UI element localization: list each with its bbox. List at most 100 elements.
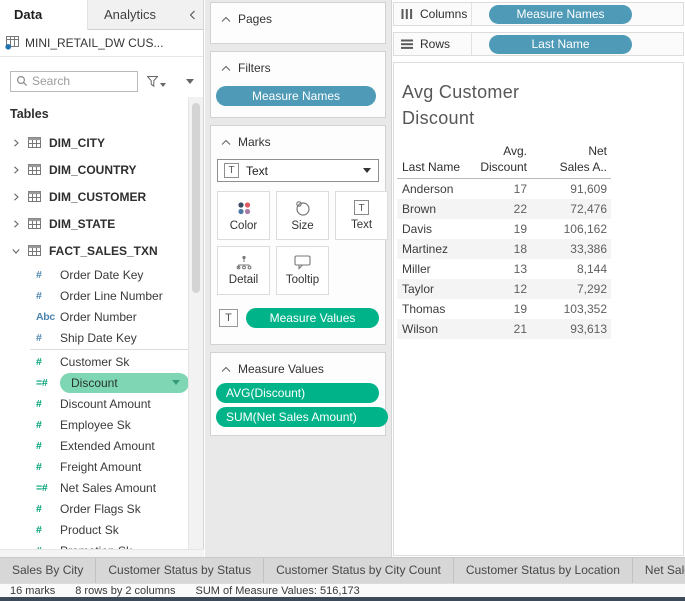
net-sales-value[interactable]: 33,386: [527, 242, 607, 256]
field-row[interactable]: # Employee Sk: [0, 414, 203, 435]
net-sales-value[interactable]: 7,292: [527, 282, 607, 296]
pill-avg-discount[interactable]: AVG(Discount): [216, 383, 379, 403]
chevron-up-icon[interactable]: [221, 366, 231, 373]
net-sales-value[interactable]: 8,144: [527, 262, 607, 276]
field-row[interactable]: # Product Sk: [0, 519, 203, 540]
abc-field-icon: Abc: [36, 311, 60, 323]
avg-discount-value[interactable]: 17: [477, 182, 527, 196]
table-row[interactable]: Thomas 19 103,352: [397, 299, 611, 319]
row-label[interactable]: Martinez: [397, 242, 477, 256]
size-button[interactable]: Size: [276, 191, 329, 240]
pill-measure-names-columns[interactable]: Measure Names: [489, 5, 632, 24]
table-row-dim-customer[interactable]: DIM_CUSTOMER: [0, 183, 203, 210]
scrollbar-thumb[interactable]: [192, 103, 200, 293]
sheet-tab[interactable]: Customer Status by City Count: [264, 558, 454, 583]
row-label[interactable]: Miller: [397, 262, 477, 276]
avg-discount-value[interactable]: 19: [477, 222, 527, 236]
collapse-pane-button[interactable]: [181, 10, 203, 20]
table-row[interactable]: Anderson 17 91,609: [397, 179, 611, 199]
search-input[interactable]: [32, 74, 118, 88]
field-row[interactable]: # Order Flags Sk: [0, 498, 203, 519]
table-row[interactable]: Miller 13 8,144: [397, 259, 611, 279]
sheet-tab[interactable]: Customer Status by Status: [96, 558, 264, 583]
filter-pill-measure-names[interactable]: Measure Names: [216, 86, 376, 106]
chevron-up-icon[interactable]: [221, 139, 231, 146]
net-sales-value[interactable]: 91,609: [527, 182, 607, 196]
datasource-row[interactable]: MINI_RETAIL_DW CUS...: [0, 30, 203, 57]
field-row[interactable]: # Order Line Number: [0, 285, 203, 306]
field-row[interactable]: =# Net Sales Amount: [0, 477, 203, 498]
column-header-avg-discount[interactable]: Avg.Discount: [477, 143, 527, 175]
color-button[interactable]: Color: [217, 191, 270, 240]
table-row[interactable]: Taylor 12 7,292: [397, 279, 611, 299]
sheet-tab[interactable]: Net Sales: [633, 558, 685, 583]
table-row-dim-city[interactable]: DIM_CITY: [0, 129, 203, 156]
avg-discount-value[interactable]: 21: [477, 322, 527, 336]
net-sales-value[interactable]: 72,476: [527, 202, 607, 216]
mark-type-dropdown[interactable]: T Text: [217, 159, 379, 182]
table-row-dim-country[interactable]: DIM_COUNTRY: [0, 156, 203, 183]
avg-discount-value[interactable]: 19: [477, 302, 527, 316]
table-row[interactable]: Davis 19 106,162: [397, 219, 611, 239]
field-row[interactable]: # Customer Sk: [0, 351, 203, 372]
row-label[interactable]: Anderson: [397, 182, 477, 196]
field-row[interactable]: Abc Order Number: [0, 306, 203, 327]
field-row[interactable]: # Ship Date Key: [0, 327, 203, 348]
search-icon: [16, 75, 28, 87]
table-row[interactable]: Martinez 18 33,386: [397, 239, 611, 259]
worksheet-area: Columns Measure Names Rows Last Name Avg…: [392, 0, 685, 557]
table-row-dim-state[interactable]: DIM_STATE: [0, 210, 203, 237]
avg-discount-value[interactable]: 18: [477, 242, 527, 256]
status-bar: 16 marks 8 rows by 2 columns SUM of Meas…: [0, 583, 685, 597]
tables-section-header: Tables: [10, 107, 203, 121]
avg-discount-value[interactable]: 13: [477, 262, 527, 276]
tooltip-button[interactable]: Tooltip: [276, 246, 329, 295]
field-row-discount-selected[interactable]: =# Discount: [0, 372, 203, 393]
chevron-down-icon[interactable]: [172, 380, 180, 385]
chevron-up-icon[interactable]: [221, 65, 231, 72]
field-label: Employee Sk: [60, 418, 131, 432]
column-header-last-name[interactable]: Last Name: [397, 143, 477, 175]
row-label[interactable]: Davis: [397, 222, 477, 236]
text-icon: T: [354, 200, 369, 215]
selected-field-pill[interactable]: Discount: [60, 373, 189, 393]
table-row[interactable]: Brown 22 72,476: [397, 199, 611, 219]
field-row[interactable]: # Discount Amount: [0, 393, 203, 414]
columns-shelf[interactable]: Columns Measure Names: [393, 2, 684, 26]
search-box[interactable]: [10, 71, 138, 92]
chevron-up-icon[interactable]: [221, 16, 231, 23]
pill-last-name-rows[interactable]: Last Name: [489, 35, 632, 54]
pill-sum-net-sales-amount[interactable]: SUM(Net Sales Amount): [216, 407, 388, 427]
table-row[interactable]: Wilson 21 93,613: [397, 319, 611, 339]
dimension-measure-divider: [30, 349, 203, 350]
row-label[interactable]: Taylor: [397, 282, 477, 296]
field-filter-button[interactable]: [147, 76, 166, 87]
field-row[interactable]: # Order Date Key: [0, 264, 203, 285]
horizontal-scrollbar[interactable]: [0, 549, 204, 557]
avg-discount-value[interactable]: 22: [477, 202, 527, 216]
column-header-net-sales[interactable]: NetSales A..: [527, 143, 607, 175]
sheet-tab[interactable]: Customer Status by Location: [454, 558, 633, 583]
sheet-tab[interactable]: Sales By City: [0, 558, 96, 583]
detail-button[interactable]: Detail: [217, 246, 270, 295]
vertical-scrollbar[interactable]: [188, 97, 203, 549]
field-label: Order Number: [60, 310, 137, 324]
field-row[interactable]: # Extended Amount: [0, 435, 203, 456]
text-button[interactable]: T Text: [335, 191, 388, 240]
row-label[interactable]: Wilson: [397, 322, 477, 336]
row-label[interactable]: Brown: [397, 202, 477, 216]
tab-data[interactable]: Data: [0, 0, 88, 30]
row-label[interactable]: Thomas: [397, 302, 477, 316]
table-row-fact-sales-txn[interactable]: FACT_SALES_TXN: [0, 237, 203, 264]
rows-shelf[interactable]: Rows Last Name: [393, 32, 684, 56]
net-sales-value[interactable]: 106,162: [527, 222, 607, 236]
avg-discount-value[interactable]: 12: [477, 282, 527, 296]
text-shelf-icon[interactable]: T: [219, 309, 238, 327]
field-row[interactable]: # Freight Amount: [0, 456, 203, 477]
net-sales-value[interactable]: 93,613: [527, 322, 607, 336]
tableau-window: Data Analytics MINI_RETAIL_DW CUS...: [0, 0, 685, 601]
tab-analytics[interactable]: Analytics: [88, 7, 181, 22]
net-sales-value[interactable]: 103,352: [527, 302, 607, 316]
pane-menu-caret-icon[interactable]: [186, 79, 194, 84]
pill-measure-values[interactable]: Measure Values: [246, 308, 379, 328]
